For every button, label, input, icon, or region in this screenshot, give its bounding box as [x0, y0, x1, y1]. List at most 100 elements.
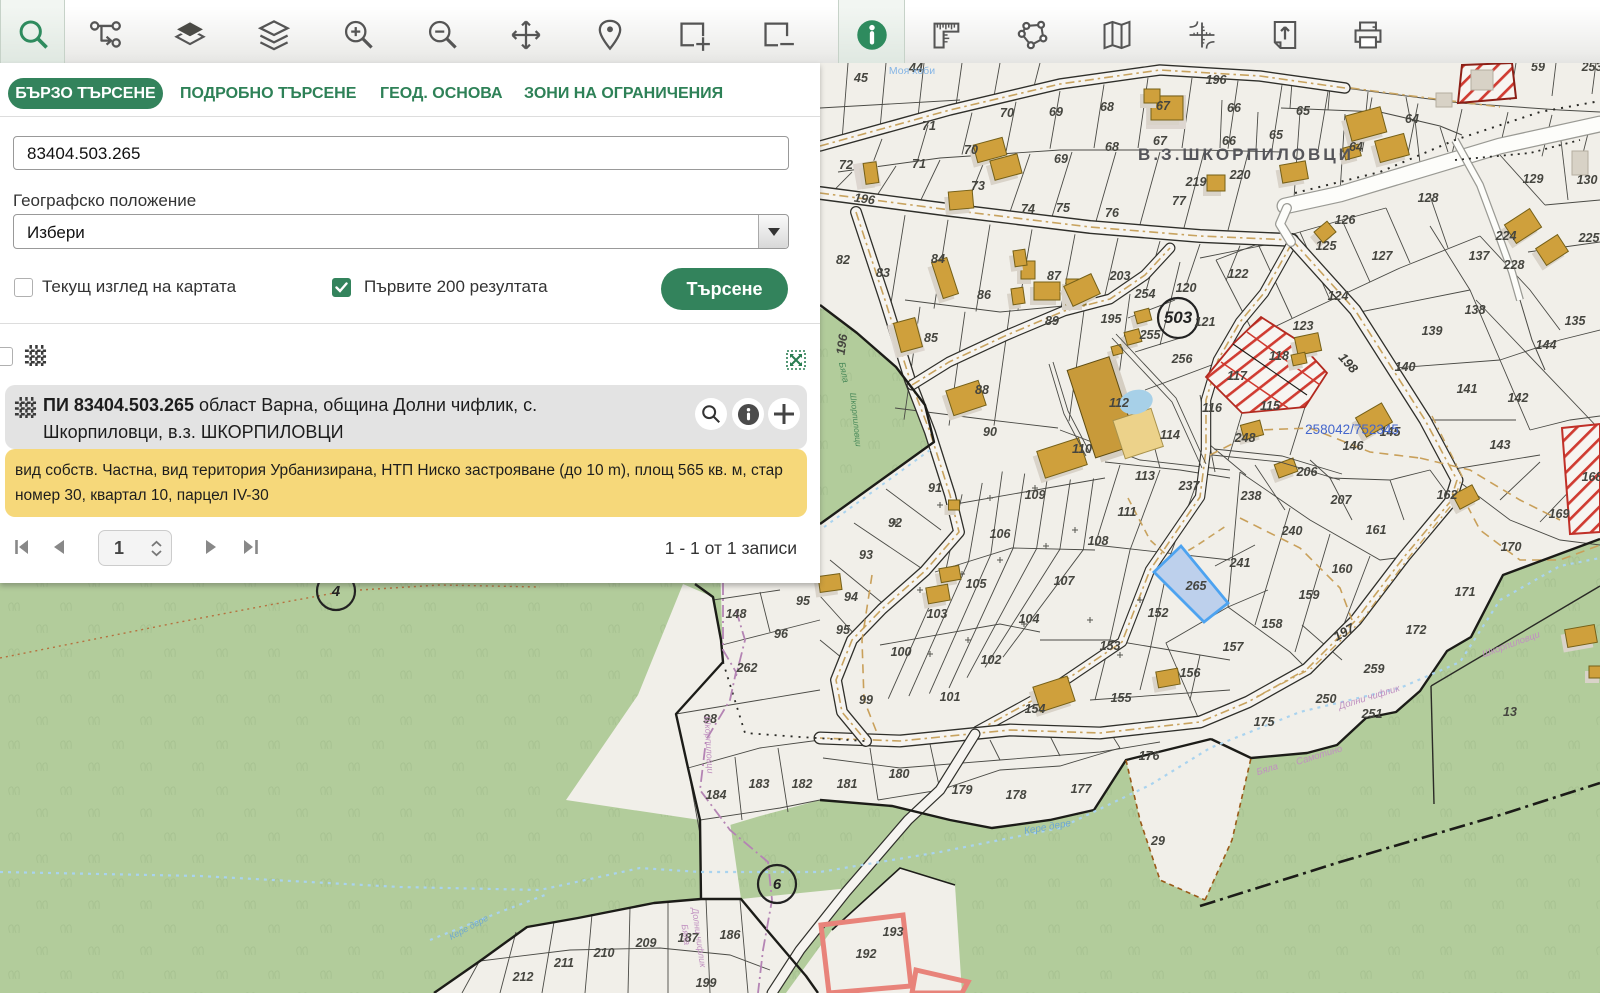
svg-text:175: 175	[1254, 715, 1276, 729]
svg-text:196: 196	[1206, 73, 1228, 87]
svg-text:138: 138	[1465, 303, 1486, 317]
svg-text:161: 161	[1366, 523, 1387, 537]
svg-text:186: 186	[720, 928, 742, 942]
svg-text:503: 503	[1164, 308, 1193, 327]
svg-text:219: 219	[1185, 175, 1207, 189]
svg-text:207: 207	[1330, 493, 1353, 507]
svg-text:153: 153	[1100, 639, 1121, 653]
svg-text:155: 155	[1111, 691, 1133, 705]
svg-text:148: 148	[726, 607, 747, 621]
svg-text:141: 141	[1457, 382, 1478, 396]
svg-text:171: 171	[1455, 585, 1476, 599]
svg-text:110: 110	[1072, 442, 1092, 456]
svg-text:90: 90	[983, 425, 997, 439]
svg-text:225: 225	[1578, 231, 1600, 245]
svg-text:13: 13	[1503, 705, 1517, 719]
svg-text:76: 76	[1105, 206, 1120, 220]
svg-text:69: 69	[1054, 152, 1068, 166]
svg-text:121: 121	[1195, 315, 1216, 329]
svg-text:172: 172	[1406, 623, 1427, 637]
svg-text:129: 129	[1523, 172, 1544, 186]
svg-text:224: 224	[1495, 229, 1517, 243]
svg-text:237: 237	[1178, 479, 1201, 493]
svg-text:116: 116	[1202, 401, 1223, 415]
svg-text:179: 179	[952, 783, 973, 797]
svg-text:228: 228	[1503, 258, 1525, 272]
svg-text:Моя хоби: Моя хоби	[889, 65, 935, 77]
svg-text:87: 87	[1047, 269, 1062, 283]
svg-text:262: 262	[736, 661, 758, 675]
svg-text:137: 137	[1469, 249, 1491, 263]
svg-text:193: 193	[883, 925, 904, 939]
svg-text:180: 180	[889, 767, 910, 781]
svg-text:71: 71	[912, 157, 926, 171]
svg-text:255: 255	[1139, 328, 1162, 342]
svg-text:160: 160	[1332, 562, 1353, 576]
svg-text:124: 124	[1328, 289, 1349, 303]
svg-text:146: 146	[1343, 439, 1365, 453]
svg-text:140: 140	[1395, 360, 1416, 374]
svg-text:192: 192	[856, 947, 877, 961]
svg-text:118: 118	[1269, 349, 1289, 363]
svg-text:125: 125	[1316, 239, 1338, 253]
svg-text:45: 45	[853, 71, 869, 85]
svg-text:181: 181	[837, 777, 858, 791]
svg-text:104: 104	[1019, 612, 1040, 626]
svg-text:68: 68	[1105, 140, 1119, 154]
svg-text:142: 142	[1508, 391, 1529, 405]
svg-text:73: 73	[971, 179, 985, 193]
svg-text:93: 93	[859, 548, 873, 562]
svg-text:123: 123	[1293, 319, 1314, 333]
svg-text:203: 203	[1109, 269, 1131, 283]
svg-text:101: 101	[940, 690, 961, 704]
svg-text:102: 102	[981, 653, 1002, 667]
svg-text:256: 256	[1171, 352, 1194, 366]
svg-text:128: 128	[1418, 191, 1439, 205]
svg-text:74: 74	[1021, 202, 1035, 216]
svg-text:120: 120	[1176, 281, 1197, 295]
svg-text:220: 220	[1229, 168, 1251, 182]
svg-text:86: 86	[977, 288, 992, 302]
svg-text:107: 107	[1054, 574, 1076, 588]
svg-text:126: 126	[1335, 213, 1357, 227]
svg-text:70: 70	[964, 143, 978, 157]
svg-text:152: 152	[1148, 606, 1169, 620]
svg-text:75: 75	[1056, 201, 1071, 215]
svg-text:В.З.ШКОРПИЛОВЦИ: В.З.ШКОРПИЛОВЦИ	[1138, 145, 1354, 164]
svg-text:70: 70	[1000, 106, 1014, 120]
svg-text:162: 162	[1437, 488, 1458, 502]
svg-text:127: 127	[1372, 249, 1394, 263]
svg-text:184: 184	[706, 788, 727, 802]
svg-text:83: 83	[876, 266, 890, 280]
svg-text:108: 108	[1088, 534, 1109, 548]
svg-text:209: 209	[635, 936, 657, 950]
svg-text:111: 111	[1117, 505, 1136, 519]
svg-text:195: 195	[1101, 312, 1123, 326]
svg-text:84: 84	[931, 252, 945, 266]
svg-text:158: 158	[1262, 617, 1283, 631]
svg-text:144: 144	[1536, 338, 1557, 352]
svg-text:66: 66	[1227, 101, 1242, 115]
svg-text:88: 88	[975, 383, 989, 397]
svg-text:103: 103	[927, 607, 948, 621]
svg-text:95: 95	[796, 594, 811, 608]
svg-text:85: 85	[924, 331, 939, 345]
svg-text:143: 143	[1490, 438, 1511, 452]
svg-text:241: 241	[1229, 556, 1251, 570]
svg-text:4: 4	[331, 583, 341, 600]
svg-text:65: 65	[1296, 104, 1311, 118]
svg-text:115: 115	[1260, 399, 1281, 413]
svg-text:112: 112	[1109, 396, 1129, 410]
svg-text:113: 113	[1135, 469, 1155, 483]
svg-text:100: 100	[891, 645, 912, 659]
svg-text:250: 250	[1315, 692, 1337, 706]
svg-text:248: 248	[1234, 431, 1256, 445]
svg-text:240: 240	[1281, 524, 1303, 538]
svg-text:94: 94	[844, 590, 858, 604]
svg-text:238: 238	[1240, 489, 1262, 503]
svg-text:64: 64	[1405, 112, 1419, 126]
svg-text:177: 177	[1071, 782, 1093, 796]
svg-text:265: 265	[1185, 579, 1208, 593]
svg-text:169: 169	[1549, 507, 1570, 521]
svg-text:178: 178	[1006, 788, 1027, 802]
